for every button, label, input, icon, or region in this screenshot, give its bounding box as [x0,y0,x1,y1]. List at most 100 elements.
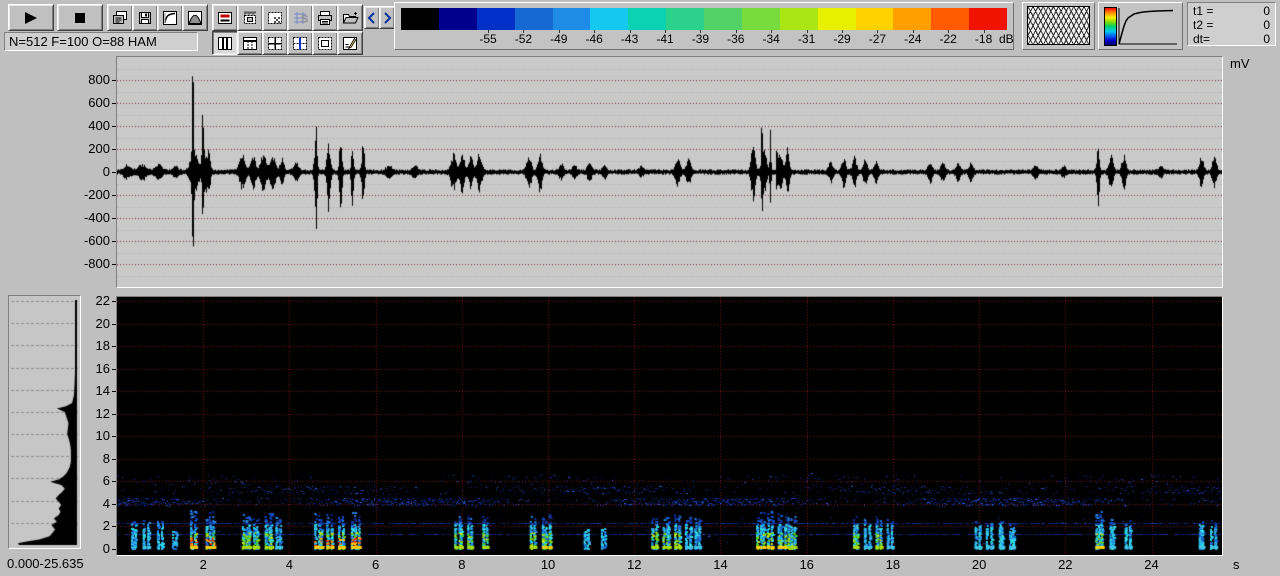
waveform-ytick [112,126,116,127]
color-scale-tick-label: -34 [762,32,780,46]
spectrogram-ytick [112,323,116,325]
spectrogram-xtick-label: 6 [372,557,380,572]
layout-cross-marker-icon [293,36,307,50]
open-file-icon [342,11,359,23]
waveform-ytick-label: -800 [83,256,110,271]
color-scale-segment [590,8,629,30]
t1-value: 0 [1263,4,1270,18]
waveform-ytick-label: 200 [88,141,110,156]
t1-label: t1 = [1193,4,1214,18]
waveform-ytick-label: 600 [88,95,110,110]
color-scale-tick-label: -39 [691,32,710,46]
waveform-ytick [112,149,116,150]
spectrogram-ytick [112,391,116,393]
edit-notes-icon [343,36,357,50]
copy-display-button[interactable] [107,4,133,31]
color-scale-segment [893,8,932,30]
edit-notes-button[interactable] [337,31,363,55]
color-scale-tick [912,30,914,33]
display-mode-icon [218,11,232,24]
color-scale-tick [700,30,702,33]
color-scale-tick-label: -27 [868,32,887,46]
layout-cross-button[interactable] [262,31,288,55]
waveform-ytick-label: -600 [83,233,110,248]
color-scale-segment [817,8,856,30]
color-scale-segment [704,8,742,30]
spectrogram-xtick-label: 16 [799,557,814,572]
scale-grid-button[interactable]: S [287,4,313,31]
waveform-ytick-label: 0 [102,164,110,179]
waveform-ytick [112,172,116,173]
color-scale-tick [629,30,631,33]
spectrogram-ytick-label: 0 [102,541,110,556]
layout-columns-icon [218,36,232,50]
play-button[interactable] [8,4,54,31]
color-scale-segment [552,8,591,30]
layout-cross-marker-button[interactable] [287,31,313,55]
spectrogram-ytick [112,436,116,438]
color-scale-tick-label: -36 [727,32,745,46]
spectrogram-xtick-label: 24 [1144,557,1159,572]
waveform-ytick-label: 800 [88,72,110,87]
time-readout-panel: t1 = 0 t2 = 0 dt= 0 [1187,2,1276,46]
spectrogram-ytick-label: 14 [95,383,110,399]
color-scale-segment [666,8,704,30]
spectrogram-plot[interactable] [117,297,1222,555]
color-scale-segment [401,8,439,30]
waveform-plot[interactable] [117,57,1222,287]
measure-select-button[interactable] [237,4,263,31]
spectrogram-ytick [112,368,116,370]
chevron-right-icon [384,11,392,24]
spectrogram-xtick-label: 22 [1058,557,1073,572]
transfer-curve-button[interactable] [157,4,183,31]
waveform-unit-label: mV [1230,56,1250,71]
spectrogram-xtick-label: 8 [458,557,466,572]
spectrogram-xtick-label: 18 [885,557,901,572]
save-button[interactable] [132,4,158,31]
waveform-ytick-label: -200 [83,187,110,202]
t2-label: t2 = [1193,18,1214,32]
color-scale-segment [855,8,894,30]
stop-icon [75,12,85,23]
open-file-button[interactable] [337,4,363,31]
window-overlap-panel [1022,2,1095,50]
color-scale-tick [983,30,985,33]
spectrogram-ytick [112,526,116,528]
color-scale-segment [438,8,477,30]
waveform-ytick [112,264,116,265]
spectrogram-ytick [112,413,116,415]
spectrogram-xtick-label: 14 [713,557,728,572]
color-scale-segment [514,8,553,30]
color-scale-tick-label: -41 [656,32,674,46]
spectrogram-ytick-label: 10 [95,428,110,444]
color-scale-tick-label: -24 [904,32,922,46]
window-function-icon [188,10,202,25]
color-scale-segment [628,8,667,30]
color-scale-tick-label: -31 [797,32,816,46]
print-icon [318,10,332,25]
stop-button[interactable] [57,4,103,31]
crop-select-button[interactable] [262,4,288,31]
color-scale-tick [488,30,489,33]
spectrogram-ytick [112,346,116,348]
layout-columns-button[interactable] [212,31,238,55]
dt-label: dt= [1193,32,1211,46]
transfer-curve-panel [1098,2,1183,50]
prev-button[interactable] [364,6,380,29]
spectrogram-ytick-label: 20 [95,315,110,331]
display-mode-button[interactable] [212,4,238,31]
color-scale-tick [842,30,843,33]
play-icon [25,11,37,24]
layout-inner-frame-button[interactable] [312,31,338,55]
layout-inner-frame-icon [318,36,332,50]
spectrogram-xtick-label: 4 [285,557,294,572]
window-function-button[interactable] [182,4,208,31]
svg-text:S: S [301,13,308,25]
next-button[interactable] [379,6,395,29]
color-scale-tick-label: -43 [620,32,639,46]
color-scale-strip [401,8,1007,30]
spectrogram-ytick [112,458,116,460]
layout-header-button[interactable] [237,31,263,55]
color-scale-tick [594,30,596,33]
print-button[interactable] [312,4,338,31]
